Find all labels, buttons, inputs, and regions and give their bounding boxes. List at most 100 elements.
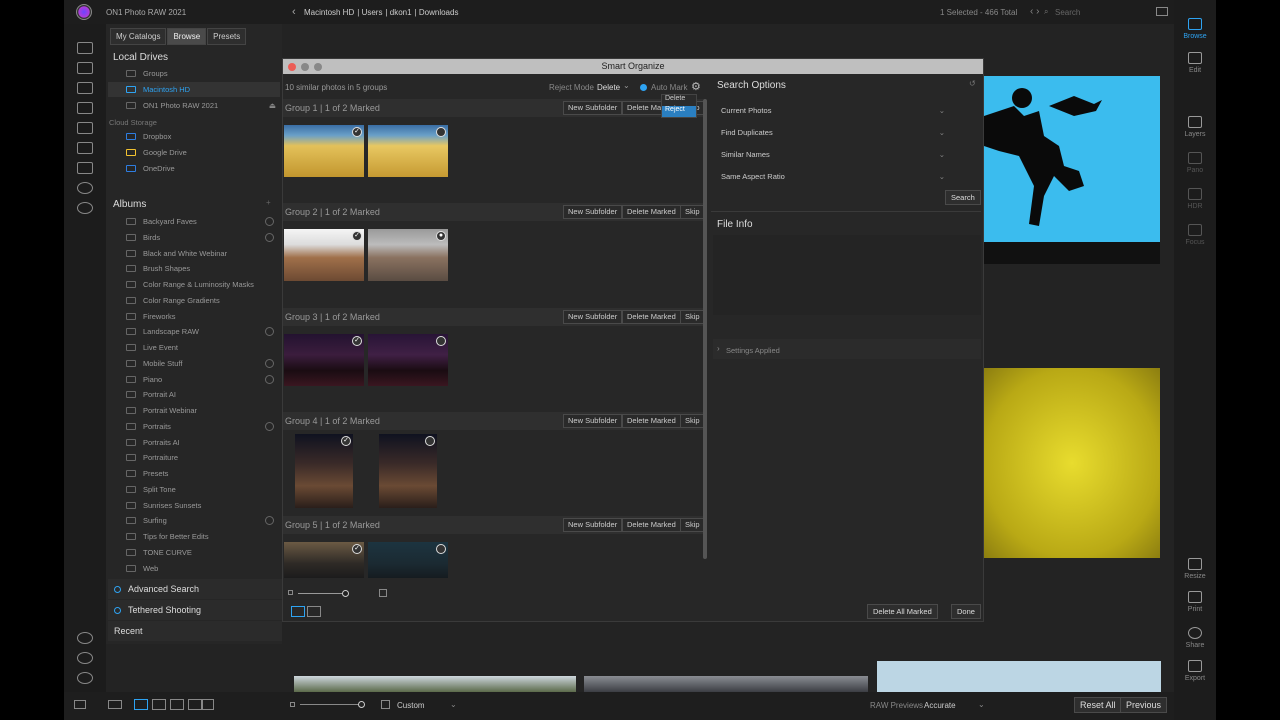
search-input[interactable]: Search	[1055, 8, 1080, 17]
drive-item[interactable]: Groups	[108, 66, 280, 81]
module-edit[interactable]: Edit	[1174, 52, 1216, 74]
grid-photo[interactable]	[877, 661, 1161, 692]
module-export[interactable]: Export	[1174, 660, 1216, 682]
album-item[interactable]: Tips for Better Edits	[108, 529, 280, 544]
tab-browse[interactable]: Browse	[167, 28, 207, 45]
target-icon[interactable]	[265, 217, 274, 226]
marked-check-icon[interactable]: ✓	[352, 127, 362, 137]
breadcrumb-item[interactable]: Macintosh HD	[304, 8, 354, 17]
tab-my-catalogs[interactable]: My Catalogs	[110, 28, 167, 45]
dropdown-option-delete[interactable]: Delete	[662, 95, 696, 106]
search-button[interactable]: Search	[945, 190, 981, 205]
delete-marked-button[interactable]: Delete Marked	[622, 518, 681, 533]
done-button[interactable]: Done	[951, 604, 981, 619]
drive-icon[interactable]	[77, 122, 93, 134]
album-item[interactable]: Color Range Gradients	[108, 293, 280, 308]
marked-check-icon[interactable]: ✓	[352, 335, 362, 346]
group-thumbnail[interactable]: ✓	[295, 433, 353, 508]
target-icon[interactable]	[77, 202, 93, 214]
module-hdr[interactable]: HDR	[1174, 188, 1216, 210]
album-item[interactable]: Portraits AI	[108, 435, 280, 450]
group-thumbnail[interactable]	[379, 433, 437, 508]
cloud-item[interactable]: OneDrive	[108, 161, 280, 176]
marked-check-icon[interactable]: ✓	[352, 231, 362, 242]
maximize-icon[interactable]	[314, 63, 322, 71]
album-item[interactable]: Piano	[108, 372, 280, 387]
skip-button[interactable]: Skip	[680, 205, 705, 220]
album-item[interactable]: Sunrises Sunsets	[108, 498, 280, 513]
module-print[interactable]: Print	[1174, 591, 1216, 613]
nav-arrows-icon[interactable]: ‹ ›	[1030, 6, 1039, 17]
album-item[interactable]: Birds	[108, 230, 280, 245]
scrollbar[interactable]	[703, 99, 707, 559]
grid-photo[interactable]	[984, 76, 1160, 242]
list-view-icon[interactable]	[152, 699, 166, 710]
new-subfolder-button[interactable]: New Subfolder	[563, 413, 623, 428]
group-thumbnail[interactable]	[368, 542, 448, 579]
camera-icon[interactable]	[77, 82, 93, 94]
album-item[interactable]: TONE CURVE	[108, 545, 280, 560]
new-subfolder-button[interactable]: New Subfolder	[563, 518, 623, 533]
add-album-icon[interactable]: +	[266, 198, 271, 207]
grid-view-icon[interactable]	[134, 699, 148, 710]
album-item[interactable]: Surfing	[108, 513, 280, 528]
previous-button[interactable]: Previous	[1120, 697, 1168, 713]
group-thumbnail[interactable]: ✓	[284, 542, 364, 579]
unmarked-circle-icon[interactable]: ●	[436, 231, 446, 242]
marked-check-icon[interactable]: ✓	[341, 435, 351, 446]
album-item[interactable]: Portrait AI	[108, 387, 280, 402]
compare-view-icon[interactable]	[307, 606, 321, 617]
folder-icon[interactable]	[77, 102, 93, 114]
tethered-shooting-section[interactable]: Tethered Shooting	[108, 600, 282, 620]
album-item[interactable]: Portraiture	[108, 450, 280, 465]
filters-icon[interactable]	[77, 182, 93, 194]
drive-item[interactable]: Macintosh HD	[108, 82, 280, 97]
close-icon[interactable]	[288, 63, 296, 71]
target-icon[interactable]	[265, 374, 274, 384]
skip-button[interactable]: Skip	[680, 413, 705, 428]
breadcrumb-item[interactable]: Users	[362, 8, 383, 17]
breadcrumb-item[interactable]: dkon1	[390, 8, 412, 17]
grid-photo[interactable]	[584, 676, 868, 692]
album-item[interactable]: Split Tone	[108, 482, 280, 497]
album-item[interactable]: Fireworks	[108, 309, 280, 324]
panel-toggle-icon[interactable]	[74, 700, 86, 709]
delete-all-marked-button[interactable]: Delete All Marked	[867, 604, 938, 619]
grid-photo[interactable]	[294, 676, 576, 692]
album-item[interactable]: Web	[108, 561, 280, 576]
search-option-aspect-ratio[interactable]: Same Aspect Ratio ⌄	[713, 165, 953, 187]
checkbox[interactable]	[381, 700, 390, 709]
unmarked-circle-icon[interactable]	[436, 335, 446, 346]
unmarked-circle-icon[interactable]	[425, 435, 435, 446]
unmarked-circle-icon[interactable]	[436, 127, 446, 137]
group-thumbnail[interactable]: ●	[368, 229, 448, 282]
slider-handle[interactable]	[358, 701, 365, 708]
search-option-find-duplicates[interactable]: Find Duplicates ⌄	[713, 121, 953, 143]
auto-mark-radio[interactable]	[640, 84, 647, 91]
unmarked-circle-icon[interactable]	[436, 544, 446, 555]
reject-mode-select[interactable]: Delete	[597, 83, 620, 92]
cloud-item[interactable]: Google Drive	[108, 145, 280, 160]
album-item[interactable]: Portrait Webinar	[108, 403, 280, 418]
advanced-search-section[interactable]: Advanced Search	[108, 579, 282, 599]
monitor-icon[interactable]	[77, 62, 93, 74]
new-subfolder-button[interactable]: New Subfolder	[563, 309, 623, 324]
filmstrip-icon[interactable]	[108, 700, 122, 709]
album-item[interactable]: Backyard Faves	[108, 214, 280, 229]
target-icon[interactable]	[265, 327, 274, 337]
cloud-item[interactable]: Dropbox	[108, 129, 280, 144]
module-layers[interactable]: Layers	[1174, 116, 1216, 138]
delete-marked-button[interactable]: Delete Marked	[622, 205, 681, 220]
tab-presets[interactable]: Presets	[207, 28, 247, 45]
module-focus[interactable]: Focus	[1174, 224, 1216, 246]
group-thumbnail[interactable]: ✓	[284, 333, 364, 386]
thumbnail-size-slider[interactable]	[300, 704, 364, 705]
help-icon[interactable]	[77, 672, 93, 684]
detail-view-icon[interactable]	[170, 699, 184, 710]
marked-check-icon[interactable]: ✓	[352, 544, 362, 555]
raw-previews-select[interactable]: Accurate	[924, 701, 956, 710]
group-thumbnail[interactable]	[368, 333, 448, 386]
album-item[interactable]: Black and White Webinar	[108, 246, 280, 261]
group-thumbnail[interactable]: ✓	[284, 229, 364, 282]
module-pano[interactable]: Pano	[1174, 152, 1216, 174]
